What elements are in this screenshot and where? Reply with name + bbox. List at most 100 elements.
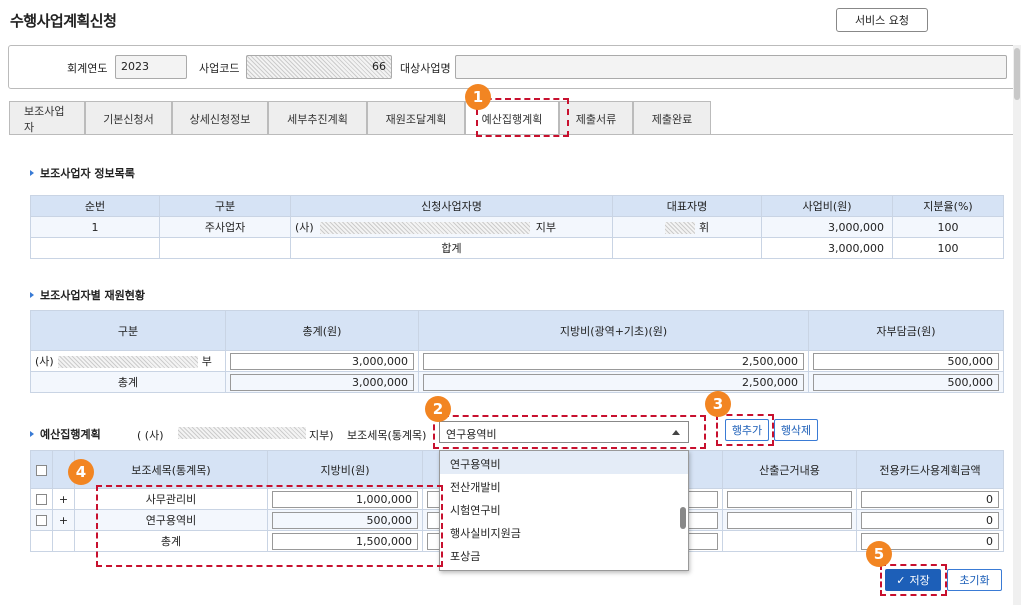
- save-label: 저장: [909, 574, 930, 587]
- dropdown-option[interactable]: 행사실비지원금: [440, 520, 688, 543]
- service-request-button[interactable]: 서비스 요청: [836, 8, 928, 32]
- table-total-row: 합계 3,000,000 100: [30, 237, 1004, 259]
- cell-share: 100: [892, 216, 1004, 238]
- local-amount-field[interactable]: 2,500,000: [423, 352, 804, 370]
- filter-panel: 회계연도 2023 사업코드 66 대상사업명: [8, 45, 1016, 89]
- col-share: 지분율(%): [892, 195, 1004, 217]
- cell-category: 연구용역비: [74, 509, 268, 531]
- tab-detail[interactable]: 상세신청정보: [172, 101, 268, 135]
- col-name: 신청사업자명: [290, 195, 613, 217]
- category-label: 보조세목(통계목): [347, 429, 427, 442]
- dropdown-scrollbar-thumb[interactable]: [680, 507, 686, 529]
- funding-table: 구분 총계(원) 지방비(광역+기초)(원) 자부담금(원) (사) 부 3,00…: [30, 310, 1004, 393]
- redacted-text: [178, 427, 306, 439]
- tab-funding[interactable]: 재원조달계획: [367, 101, 465, 135]
- bullet-icon: [30, 431, 34, 437]
- tab-divider: [9, 134, 1013, 135]
- step-badge: 3: [705, 391, 731, 417]
- sum-self: 500,000: [813, 373, 999, 391]
- expand-plus-icon[interactable]: +: [52, 488, 75, 510]
- local-amount-field[interactable]: 500,000: [272, 511, 418, 529]
- basis-field[interactable]: [727, 511, 852, 529]
- cell-type: 주사업자: [159, 216, 291, 238]
- cell-rep: 휘: [612, 216, 762, 238]
- section-title-text: 예산집행계획: [40, 428, 101, 441]
- sum-local: 1,500,000: [272, 532, 418, 550]
- dropdown-option[interactable]: 전산개발비: [440, 474, 688, 497]
- tab-sponsor[interactable]: 보조사업자: [9, 101, 85, 135]
- total-amount-field[interactable]: 3,000,000: [230, 352, 414, 370]
- step-badge: 2: [425, 396, 451, 422]
- table-sum-row: 총계 3,000,000 2,500,000 500,000: [30, 371, 1004, 393]
- table-row[interactable]: 1 주사업자 (사) 지부 휘 3,000,000 100: [30, 216, 1004, 238]
- dropdown-option[interactable]: 시험연구비: [440, 497, 688, 520]
- org-suffix: 부: [201, 355, 212, 368]
- category-select-value: 연구용역비: [446, 428, 497, 441]
- code-label: 사업코드: [199, 62, 240, 75]
- sponsor-table: 순번 구분 신청사업자명 대표자명 사업비(원) 지분율(%) 1 주사업자 (…: [30, 195, 1004, 259]
- expand-plus-icon[interactable]: +: [52, 509, 75, 531]
- rep-suffix: 휘: [698, 221, 710, 234]
- row-checkbox[interactable]: [36, 515, 47, 526]
- local-amount-field[interactable]: 1,000,000: [272, 490, 418, 508]
- col-basis: 산출근거내용: [722, 450, 857, 489]
- row-checkbox[interactable]: [36, 494, 47, 505]
- name-suffix: 지부: [535, 221, 556, 234]
- select-all-checkbox[interactable]: [36, 464, 47, 476]
- tab-bar: 보조사업자 기본신청서 상세신청정보 세부추진계획 재원조달계획 예산집행계획 …: [9, 101, 711, 135]
- col-card: 전용카드사용계획금액: [856, 450, 1004, 489]
- page-title: 수행사업계획신청: [10, 12, 117, 30]
- section-budget-title: 예산집행계획: [30, 426, 101, 442]
- year-field[interactable]: 2023: [115, 55, 187, 79]
- reset-button[interactable]: 초기화: [947, 569, 1002, 591]
- col-rep: 대표자명: [612, 195, 762, 217]
- add-row-button[interactable]: 행추가: [725, 419, 769, 441]
- sum-local: 2,500,000: [423, 373, 804, 391]
- tab-plan[interactable]: 세부추진계획: [268, 101, 367, 135]
- select-all-cell: [30, 450, 53, 489]
- basis-field[interactable]: [727, 490, 852, 508]
- delete-row-button[interactable]: 행삭제: [774, 419, 818, 441]
- col-category: 보조세목(통계목): [74, 450, 268, 489]
- total-share: 100: [892, 237, 1004, 259]
- self-amount-field[interactable]: 500,000: [813, 352, 999, 370]
- total-label: 합계: [290, 237, 613, 259]
- col-total: 총계(원): [225, 310, 419, 351]
- tab-basic[interactable]: 기본신청서: [85, 101, 172, 135]
- dropdown-option[interactable]: 연구용역비: [440, 451, 688, 474]
- tab-complete[interactable]: 제출완료: [633, 101, 711, 135]
- org-prefix: (사): [35, 355, 54, 368]
- step-badge: 5: [866, 541, 892, 567]
- col-cost: 사업비(원): [761, 195, 893, 217]
- step-badge: 4: [68, 459, 94, 485]
- org-suffix: 지부): [309, 429, 334, 442]
- redacted-text: [57, 356, 198, 368]
- sum-total: 3,000,000: [230, 373, 414, 391]
- dropdown-option[interactable]: 포상금: [440, 543, 688, 566]
- tab-documents[interactable]: 제출서류: [559, 101, 633, 135]
- target-field[interactable]: [455, 55, 1007, 79]
- redacted-text: [319, 222, 530, 234]
- cell-name: (사) 지부: [290, 216, 613, 238]
- sum-label: 총계: [74, 530, 268, 552]
- col-no: 순번: [30, 195, 160, 217]
- org-prefix: ( (사): [137, 429, 164, 442]
- name-prefix: (사): [295, 221, 314, 234]
- card-amount-field[interactable]: 0: [861, 490, 999, 508]
- col-type: 구분: [159, 195, 291, 217]
- category-select[interactable]: 연구용역비: [439, 421, 689, 443]
- table-row[interactable]: (사) 부 3,000,000 2,500,000 500,000: [30, 350, 1004, 372]
- code-field[interactable]: 66: [246, 55, 392, 79]
- bullet-icon: [30, 292, 34, 298]
- card-amount-field[interactable]: 0: [861, 511, 999, 529]
- col-category: 구분: [30, 310, 226, 351]
- category-dropdown[interactable]: 연구용역비 전산개발비 시험연구비 행사실비지원금 포상금: [439, 450, 689, 571]
- save-button[interactable]: ✓ 저장: [885, 569, 941, 591]
- check-icon: ✓: [896, 573, 906, 587]
- section-funding-title: 보조사업자별 재원현황: [30, 287, 145, 303]
- cell-org: (사) 부: [30, 350, 226, 372]
- section-sponsor-list-title: 보조사업자 정보목록: [30, 165, 135, 181]
- year-label: 회계연도: [67, 62, 108, 75]
- scrollbar-thumb[interactable]: [1014, 48, 1020, 100]
- vertical-scrollbar[interactable]: [1013, 45, 1021, 605]
